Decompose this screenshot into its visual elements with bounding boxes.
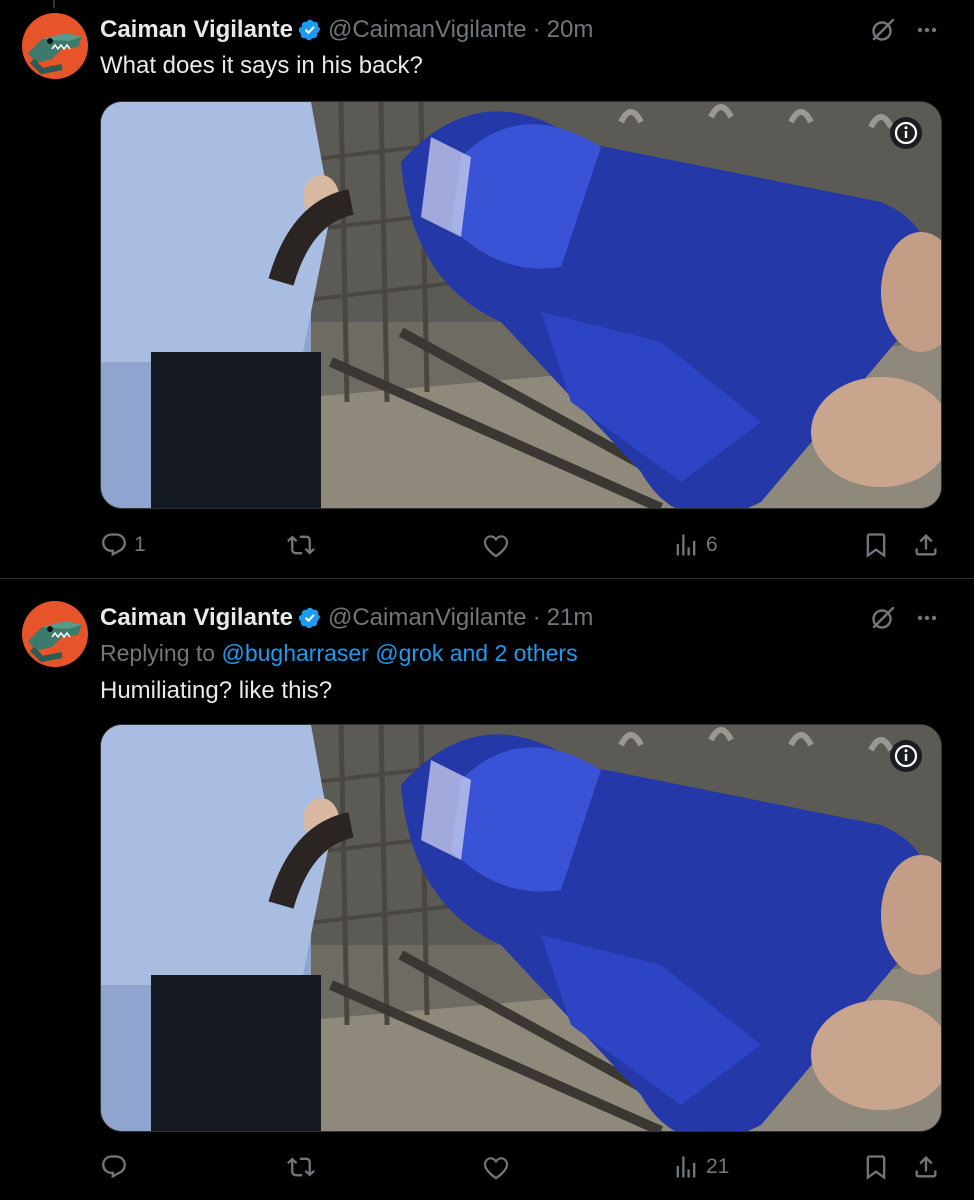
share-button[interactable] (912, 527, 940, 563)
like-icon (482, 531, 510, 559)
author-handle[interactable]: @CaimanVigilante (328, 16, 527, 44)
tweet-header: Caiman Vigilante @CaimanVigilante · 21m (100, 603, 593, 633)
tweet-text: Humiliating? like this? (100, 677, 333, 704)
views-button[interactable]: 6 (672, 527, 718, 563)
separator: · (532, 16, 541, 43)
tweet-text: What does it says in his back? (100, 52, 423, 79)
timestamp[interactable]: 21m (547, 604, 594, 632)
replying-to-handles[interactable]: @bugharraser @grok and 2 others (221, 640, 577, 666)
like-button[interactable] (482, 1149, 516, 1185)
repost-button[interactable] (287, 1149, 321, 1185)
bookmark-button[interactable] (862, 1149, 890, 1185)
tweet-media[interactable] (100, 101, 942, 509)
verified-badge-icon (298, 606, 322, 630)
repost-icon (287, 531, 315, 559)
avatar-crocodile-icon (28, 621, 82, 663)
action-bar: 21 (100, 1149, 942, 1185)
media-image (101, 725, 941, 1131)
tweet-header: Caiman Vigilante @CaimanVigilante · 20m (100, 15, 593, 45)
share-icon (912, 1153, 940, 1181)
info-icon[interactable] (889, 116, 923, 150)
more-icon[interactable] (913, 604, 941, 632)
thread-line (53, 0, 55, 8)
grok-icon[interactable] (869, 16, 897, 44)
like-icon (482, 1153, 510, 1181)
share-icon (912, 531, 940, 559)
bookmark-button[interactable] (862, 527, 890, 563)
author-name[interactable]: Caiman Vigilante (100, 16, 293, 44)
bookmark-icon (862, 531, 890, 559)
timestamp[interactable]: 20m (547, 16, 594, 44)
views-icon (672, 531, 700, 559)
separator: · (532, 604, 541, 631)
share-button[interactable] (912, 1149, 940, 1185)
views-icon (672, 1153, 700, 1181)
avatar-crocodile-icon (28, 33, 82, 75)
repost-button[interactable] (287, 527, 321, 563)
reply-button[interactable]: 1 (100, 527, 146, 563)
action-bar: 1 6 (100, 527, 942, 563)
tweet-2[interactable]: Caiman Vigilante @CaimanVigilante · 21m … (0, 579, 974, 1200)
replying-to-prefix: Replying to (100, 640, 222, 666)
info-icon[interactable] (889, 739, 923, 773)
bookmark-icon (862, 1153, 890, 1181)
grok-icon[interactable] (869, 604, 897, 632)
verified-badge-icon (298, 18, 322, 42)
views-count: 6 (706, 533, 718, 556)
reply-count: 1 (134, 533, 146, 556)
more-icon[interactable] (913, 16, 941, 44)
repost-icon (287, 1153, 315, 1181)
reply-icon (100, 531, 128, 559)
tweet-media[interactable] (100, 724, 942, 1132)
author-handle[interactable]: @CaimanVigilante (328, 604, 527, 632)
like-button[interactable] (482, 527, 516, 563)
media-image (101, 102, 941, 508)
tweet-1[interactable]: Caiman Vigilante @CaimanVigilante · 20m … (0, 0, 974, 578)
reply-icon (100, 1153, 128, 1181)
replying-to: Replying to @bugharraser @grok and 2 oth… (100, 640, 578, 667)
avatar[interactable] (22, 13, 88, 79)
views-button[interactable]: 21 (672, 1149, 729, 1185)
reply-button[interactable] (100, 1149, 134, 1185)
views-count: 21 (706, 1155, 730, 1178)
avatar[interactable] (22, 601, 88, 667)
author-name[interactable]: Caiman Vigilante (100, 604, 293, 632)
